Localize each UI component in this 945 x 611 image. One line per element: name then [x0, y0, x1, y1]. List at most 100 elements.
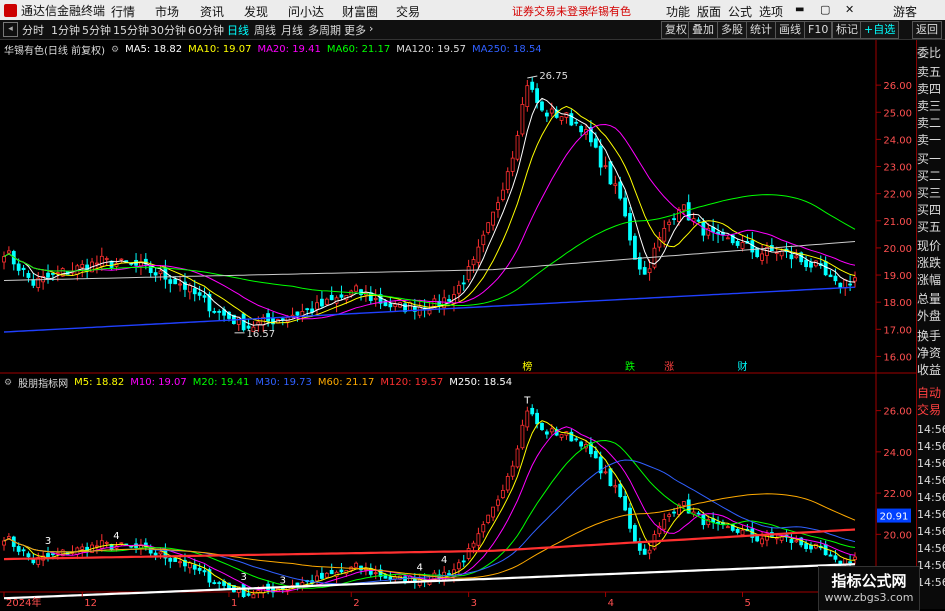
- stock-header: 华锡有色: [587, 5, 631, 18]
- main-candle: [16, 263, 21, 271]
- biaoji-button[interactable]: 标记: [832, 21, 862, 39]
- fuquan-button[interactable]: 复权: [661, 21, 691, 39]
- quote-item: 买一: [917, 152, 942, 166]
- indicator-candle: [158, 551, 163, 555]
- main-candle: [153, 272, 158, 276]
- signal-marker: 3: [45, 536, 51, 547]
- main-candle: [104, 258, 109, 260]
- f10-button[interactable]: F10: [804, 21, 833, 39]
- trade-label[interactable]: 交易: [917, 402, 945, 419]
- quote-item: 买四: [917, 203, 942, 217]
- tick-time: 14:56: [917, 576, 945, 589]
- tick-time: 14:56: [917, 559, 945, 572]
- maximize-icon[interactable]: ▢: [820, 3, 830, 16]
- collapse-icon[interactable]: ◂: [3, 22, 18, 37]
- guest-label[interactable]: 游客: [893, 3, 917, 20]
- indicator-candle: [251, 594, 256, 599]
- back-button[interactable]: 返回: [912, 21, 942, 39]
- diejia-button[interactable]: 叠加: [688, 21, 718, 39]
- indicator-candle: [603, 471, 608, 474]
- current-price-label: 20.91: [880, 512, 909, 523]
- tab-fenshi[interactable]: 分时: [22, 22, 44, 38]
- huaxian-button[interactable]: 画线: [775, 21, 805, 39]
- quote-item: 外盘: [917, 309, 942, 323]
- indicator-candle: [510, 465, 515, 477]
- tab-daily[interactable]: 日线: [227, 22, 249, 38]
- legend-m60: M60: 21.17: [317, 377, 375, 388]
- event-marker: 涨: [664, 361, 674, 373]
- indicator-candle: [760, 538, 764, 545]
- signal-marker: 4: [113, 531, 119, 542]
- tab-60min[interactable]: 60分钟: [188, 22, 224, 38]
- trade-login-notice[interactable]: 证券交易未登录: [512, 3, 589, 19]
- settings-gear-icon[interactable]: ⚙: [111, 45, 119, 55]
- quote-panel: 委比 卖五 卖四 卖三 卖二 卖一 买一 买二 买三 买四 买五 现价 涨跌 涨…: [916, 40, 945, 609]
- indicator-candle: [696, 512, 701, 515]
- legend-ma120: MA120: 19.57: [396, 44, 466, 55]
- auto-trade-label[interactable]: 自动: [917, 385, 945, 402]
- main-candle: [828, 274, 833, 278]
- y-tick-label: 22.00: [883, 489, 912, 500]
- indicator-candle: [173, 557, 178, 562]
- add-watchlist-button[interactable]: +自选: [860, 21, 900, 39]
- y-tick-label: 24.00: [883, 448, 912, 459]
- tab-5min[interactable]: 5分钟: [82, 22, 111, 38]
- duogu-button[interactable]: 多股: [717, 21, 747, 39]
- main-candle: [603, 165, 608, 168]
- tab-weekly[interactable]: 周线: [254, 22, 276, 38]
- tab-multi-period[interactable]: 多周期: [308, 22, 341, 38]
- indicator-candle: [681, 501, 686, 506]
- menu-wenxiaoda[interactable]: 问小达: [288, 3, 324, 20]
- main-candle: [295, 311, 300, 316]
- main-candle: [843, 279, 848, 289]
- indicator-candle: [740, 529, 745, 536]
- indicator-candle: [187, 562, 192, 569]
- minimize-icon[interactable]: ▬: [795, 4, 804, 15]
- legend-ma250: MA250: 18.54: [471, 44, 542, 55]
- menu-hangqing[interactable]: 行情: [111, 3, 135, 20]
- legend-ma5: MA5: 18.82: [125, 44, 183, 55]
- menu-banmian[interactable]: 版面: [697, 3, 721, 20]
- legend-ma20: MA20: 19.41: [257, 44, 321, 55]
- legend-m30: M30: 19.73: [255, 377, 312, 388]
- tab-15min[interactable]: 15分钟: [113, 22, 149, 38]
- menu-xuanxiang[interactable]: 选项: [759, 3, 783, 20]
- tab-more[interactable]: 更多: [344, 22, 366, 38]
- indicator-candle: [373, 572, 378, 575]
- x-tick-label: 1: [231, 598, 237, 609]
- close-icon[interactable]: ✕: [845, 3, 854, 16]
- site-watermark: 指标公式网 www.zbgs3.com: [818, 566, 920, 611]
- indicator-candle: [853, 556, 857, 560]
- app-name: 通达信金融终端: [21, 3, 106, 18]
- tongji-button[interactable]: 统计: [746, 21, 776, 39]
- x-tick-label: 2: [353, 598, 359, 609]
- main-candle: [608, 161, 613, 185]
- quote-item: 现价: [917, 239, 942, 253]
- tab-monthly[interactable]: 月线: [281, 22, 303, 38]
- quote-item: 涨幅: [917, 273, 942, 287]
- tab-30min[interactable]: 30分钟: [150, 22, 186, 38]
- menu-gongneng[interactable]: 功能: [666, 3, 690, 20]
- app-logo-icon: [4, 3, 17, 17]
- menu-faxian[interactable]: 发现: [244, 3, 268, 20]
- indicator-candle: [662, 519, 667, 530]
- indicator-candle: [828, 554, 833, 557]
- more-chevron-icon[interactable]: ›: [369, 22, 373, 35]
- main-candle: [46, 272, 50, 278]
- x-tick-label: 3: [471, 598, 477, 609]
- tab-1min[interactable]: 1分钟: [51, 22, 80, 38]
- main-candle: [735, 241, 740, 246]
- main-candle: [623, 197, 628, 217]
- indicator-candle: [505, 475, 510, 491]
- signal-marker: 3: [280, 575, 286, 586]
- menu-zixun[interactable]: 资讯: [200, 3, 224, 20]
- menu-shichang[interactable]: 市场: [155, 3, 179, 20]
- indicator-gear-icon[interactable]: ⚙: [4, 378, 12, 388]
- menu-jiaoyi[interactable]: 交易: [396, 3, 420, 20]
- menu-caifuquan[interactable]: 财富圈: [342, 3, 378, 20]
- menu-gongshi[interactable]: 公式: [728, 3, 752, 20]
- indicator-candle: [476, 533, 481, 546]
- main-candle: [637, 257, 642, 270]
- tick-time: 14:56: [917, 457, 945, 470]
- chart-area[interactable]: 26.00 25.00 24.00 23.00 22.00 21.00 20.00 19.00…: [0, 40, 916, 609]
